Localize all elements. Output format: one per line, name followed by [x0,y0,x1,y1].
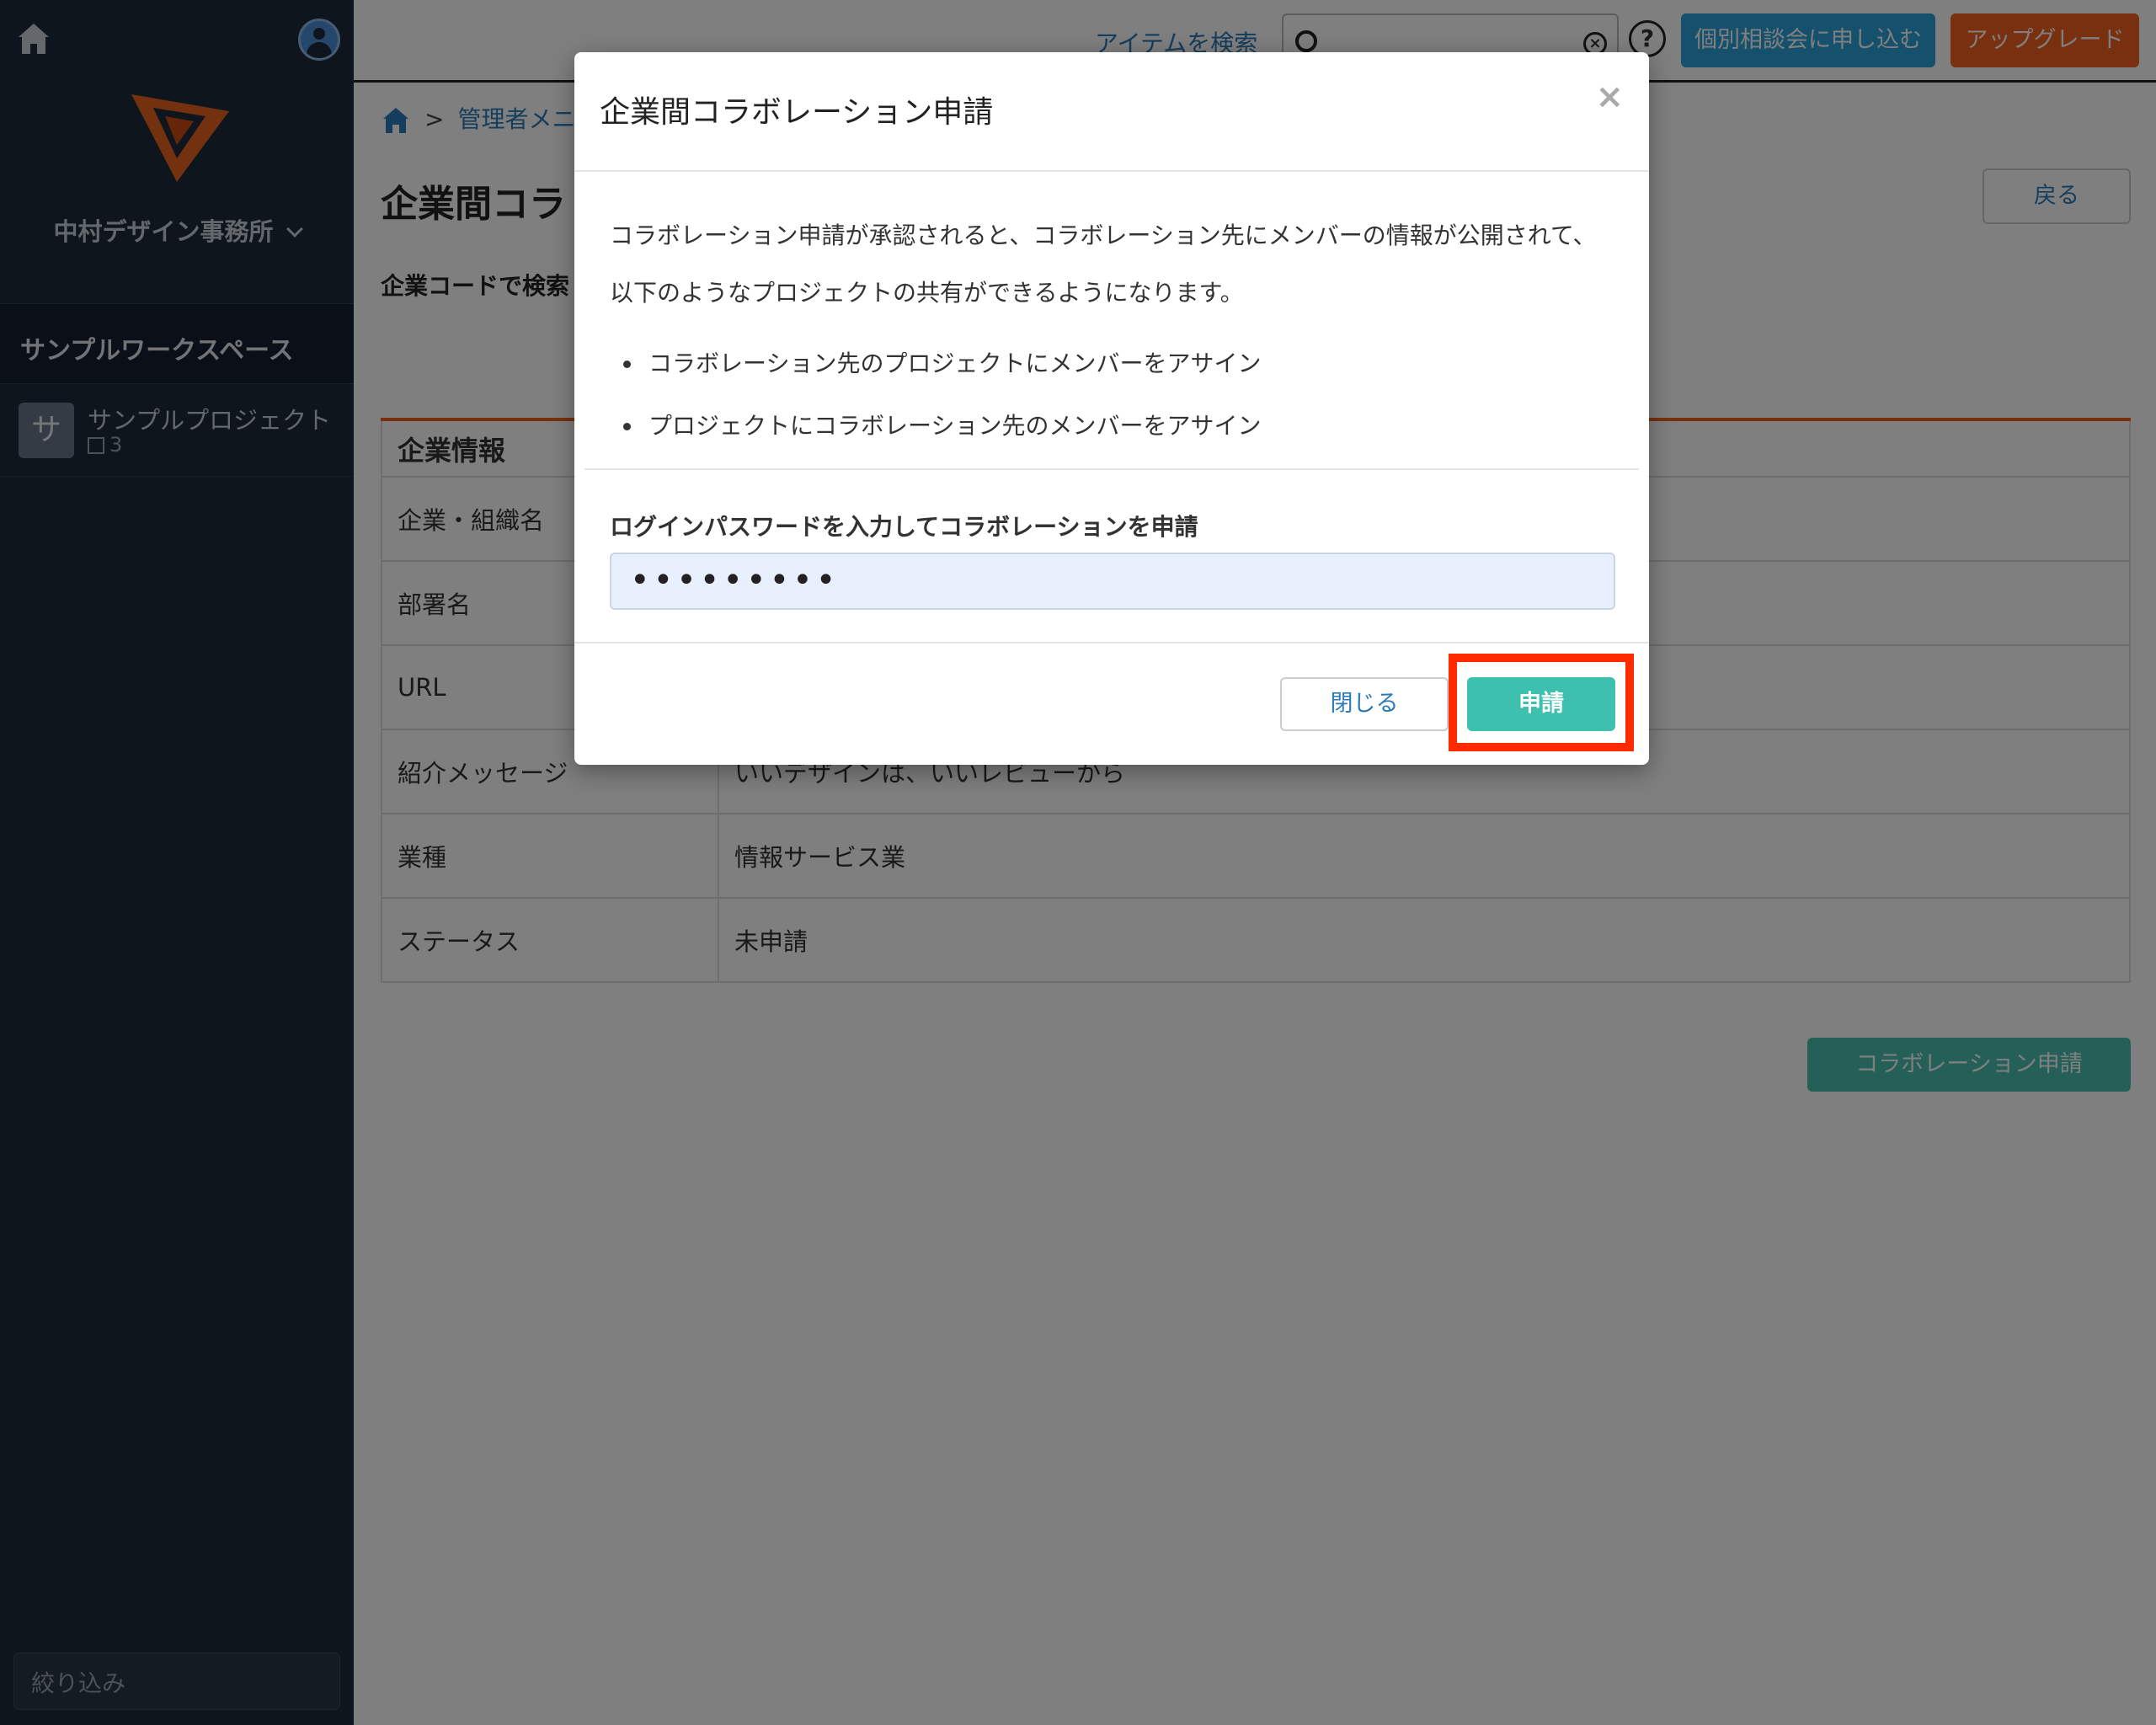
list-item: プロジェクトにコラボレーション先のメンバーをアサイン [643,408,1261,441]
divider [574,170,1649,172]
collaboration-request-dialog: 企業間コラボレーション申請 × コラボレーション申請が承認されると、コラボレーシ… [574,52,1649,765]
dialog-description: コラボレーション申請が承認されると、コラボレーション先にメンバーの情報が公開され… [610,222,1597,249]
divider [584,468,1639,470]
close-button[interactable]: 閉じる [1280,677,1449,731]
close-icon[interactable]: × [1595,77,1624,116]
dialog-bullet-list: コラボレーション先のプロジェクトにメンバーをアサイン プロジェクトにコラボレーシ… [643,345,1261,470]
dialog-title: 企業間コラボレーション申請 [600,95,994,130]
list-item: コラボレーション先のプロジェクトにメンバーをアサイン [643,345,1261,379]
password-label: ログインパスワードを入力してコラボレーションを申請 [610,513,1198,541]
divider [574,642,1649,644]
submit-button[interactable]: 申請 [1467,677,1615,731]
password-field[interactable]: ••••••••• [610,553,1615,610]
dialog-description: 以下のようなプロジェクトの共有ができるようになります。 [610,279,1244,307]
